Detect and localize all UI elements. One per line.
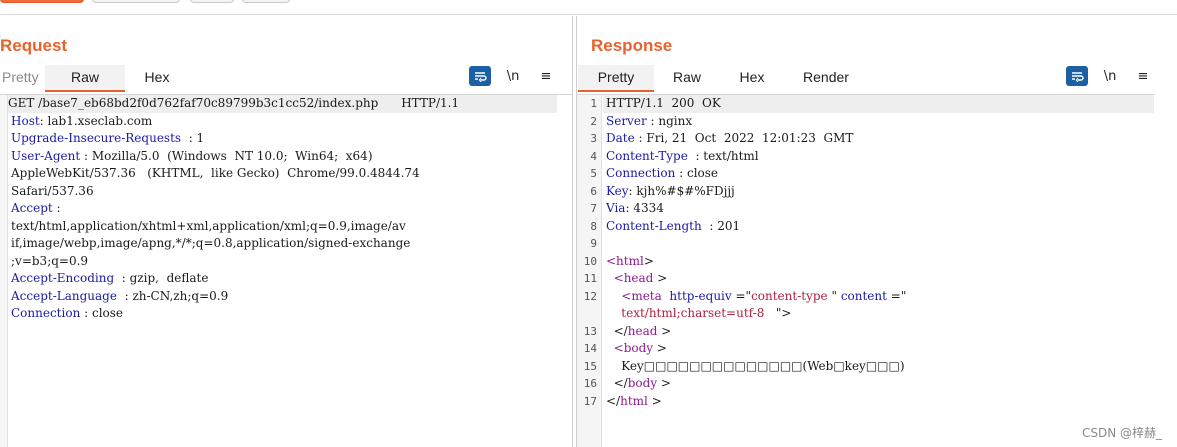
request-title: Request xyxy=(0,36,68,55)
request-tabs: Pretty Raw Hex xyxy=(0,65,189,92)
line-number: 9 xyxy=(590,237,597,250)
request-gutter xyxy=(0,95,8,447)
response-line-5: Connection : close xyxy=(606,166,719,180)
response-editor[interactable]: 1 2 3 4 5 6 7 8 9 10 11 12 13 14 15 16 1… xyxy=(577,94,1155,447)
show-newlines-icon[interactable]: \n xyxy=(1099,66,1121,86)
tab-raw[interactable]: Raw xyxy=(45,65,125,92)
line-number: 11 xyxy=(583,272,597,285)
line-number: 1 xyxy=(590,97,597,110)
menu-icon[interactable]: ≡ xyxy=(535,66,557,86)
show-newlines-icon[interactable]: \n xyxy=(502,66,524,86)
menu-icon[interactable]: ≡ xyxy=(1132,66,1154,86)
forward-button[interactable] xyxy=(242,0,290,3)
response-line-17: </html > xyxy=(606,393,662,408)
response-line-4: Content-Type : text/html xyxy=(606,148,759,163)
response-line-16: </body > xyxy=(606,376,671,390)
line-number: 3 xyxy=(590,132,597,145)
line-number: 13 xyxy=(583,324,597,338)
request-line-5: AppleWebKit/537.36 (KHTML, like Gecko) C… xyxy=(11,166,420,180)
response-line-13: </head > xyxy=(606,323,672,338)
tab-hex[interactable]: Hex xyxy=(720,65,784,92)
response-line-3: Date : Fri, 21 Oct 2022 12:01:23 GMT xyxy=(606,131,854,145)
send-button[interactable] xyxy=(0,0,84,3)
request-line-13: Connection : close xyxy=(11,306,124,320)
response-line-1: HTTP/1.1 200 OK xyxy=(603,95,1154,113)
line-number: 2 xyxy=(590,114,597,128)
tab-pretty[interactable]: Pretty xyxy=(0,65,45,92)
line-number: 5 xyxy=(590,167,597,180)
line-number: 7 xyxy=(590,202,597,215)
request-line-9: if,image/webp,image/apng,*/*;q=0.8,appli… xyxy=(11,236,411,250)
response-line-11: <head > xyxy=(613,271,668,285)
word-wrap-icon[interactable] xyxy=(1066,66,1088,86)
response-line-10: <html> xyxy=(606,253,654,268)
response-line-2: Server : nginx xyxy=(606,113,693,128)
cancel-button[interactable] xyxy=(92,0,180,3)
line-number: 6 xyxy=(590,184,597,198)
request-line-1: GET /base7_eb68bd2f0d762faf70c89799b3c1c… xyxy=(8,95,557,113)
request-line-2: Host: lab1.xseclab.com xyxy=(11,113,153,128)
line-number: 15 xyxy=(583,359,597,373)
request-line-8: text/html,application/xhtml+xml,applicat… xyxy=(11,218,406,233)
request-line-12: Accept-Language : zh-CN,zh;q=0.9 xyxy=(11,288,229,303)
response-line-12-cont: text/html;charset=utf-8 "> xyxy=(621,306,792,320)
response-pane: Response Pretty Raw Hex Render \n ≡ 1 2 … xyxy=(576,16,1177,447)
response-line-7: Via: 4334 xyxy=(606,201,664,215)
response-line-8: Content-Length : 201 xyxy=(606,218,741,233)
response-line-15: Key□□□□□□□□□□□□□□(Web□key□□□) xyxy=(606,358,905,373)
tab-pretty[interactable]: Pretty xyxy=(578,65,654,92)
line-number: 4 xyxy=(590,149,597,163)
request-line-10: ;v=b3;q=0.9 xyxy=(11,253,89,268)
request-tools: \n ≡ xyxy=(469,66,568,86)
word-wrap-icon[interactable] xyxy=(469,66,491,86)
request-pane: Request Pretty Raw Hex \n ≡ GET /base7_e… xyxy=(0,16,573,447)
tab-raw[interactable]: Raw xyxy=(654,65,720,92)
response-line-14: <body > xyxy=(613,341,667,355)
request-editor[interactable]: GET /base7_eb68bd2f0d762faf70c89799b3c1c… xyxy=(0,94,572,447)
request-line-11: Accept-Encoding : gzip, deflate xyxy=(11,271,209,285)
request-line-3: Upgrade-Insecure-Requests : 1 xyxy=(11,131,205,145)
response-title: Response xyxy=(591,36,673,55)
line-number: 10 xyxy=(583,254,597,268)
response-line-6: Key: kjh%#$#%FDjjj xyxy=(606,183,735,198)
request-line-7: Accept : xyxy=(11,201,61,215)
tab-hex[interactable]: Hex xyxy=(125,65,189,92)
line-number: 14 xyxy=(583,342,597,355)
response-tabs: Pretty Raw Hex Render xyxy=(578,65,868,92)
response-line-12: <meta http-equiv ="content-type " conten… xyxy=(621,288,907,303)
top-toolbar xyxy=(0,0,1177,15)
request-line-6: Safari/537.36 xyxy=(11,183,94,198)
line-number: 12 xyxy=(583,289,597,303)
line-number: 8 xyxy=(590,219,597,233)
response-tools: \n ≡ xyxy=(1066,66,1165,86)
back-button[interactable] xyxy=(190,0,234,3)
line-number: 17 xyxy=(583,394,597,408)
tab-render[interactable]: Render xyxy=(784,65,868,92)
watermark: CSDN @梓赫_ xyxy=(1082,426,1163,440)
line-number: 16 xyxy=(583,377,597,390)
request-line-4: User-Agent : Mozilla/5.0 (Windows NT 10.… xyxy=(11,148,373,163)
